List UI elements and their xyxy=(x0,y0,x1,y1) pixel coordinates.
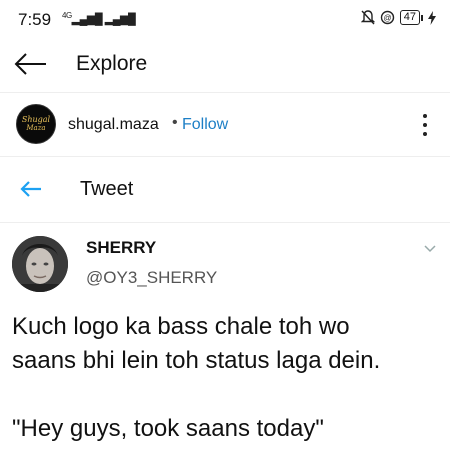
charging-icon xyxy=(428,10,436,25)
notifications-off-icon xyxy=(360,10,375,25)
app-bar: Explore xyxy=(0,40,450,93)
follow-button[interactable]: Follow xyxy=(182,116,228,134)
tweet-line: Kuch logo ka bass chale toh wo xyxy=(12,313,350,340)
status-bar: 7:59 4G▂▄▆█ ▂▄▆█ @ 47 xyxy=(0,0,450,40)
tweet-text: Kuch logo ka bass chale toh wo saans bhi… xyxy=(12,310,442,446)
status-time: 7:59 xyxy=(18,10,52,29)
svg-text:@: @ xyxy=(383,14,391,23)
tweet-line: "Hey guys, took saans today" xyxy=(12,415,324,442)
avatar[interactable]: Shugal Maza xyxy=(16,104,56,144)
system-icons: @ 47 xyxy=(360,10,436,25)
avatar[interactable] xyxy=(12,236,68,292)
chevron-down-icon[interactable] xyxy=(424,242,436,254)
arrow-left-icon[interactable] xyxy=(20,180,42,198)
tweet-header: Tweet xyxy=(0,160,450,223)
arrow-left-icon[interactable] xyxy=(14,52,48,76)
tweet-author-handle[interactable]: @OY3_SHERRY xyxy=(86,268,217,288)
battery-level: 47 xyxy=(399,10,420,25)
network-signal-icon: 4G▂▄▆█ ▂▄▆█ xyxy=(62,11,136,26)
page-title: Explore xyxy=(76,52,148,75)
battery-icon: 47 xyxy=(399,10,423,25)
tweet-line: saans bhi lein toh status laga dein. xyxy=(12,347,381,374)
data-saver-icon: @ xyxy=(380,10,394,25)
post-username[interactable]: shugal.maza xyxy=(68,116,159,134)
tweet-author-name[interactable]: SHERRY xyxy=(86,238,156,258)
tweet-title: Tweet xyxy=(80,178,134,200)
more-vertical-icon[interactable] xyxy=(422,114,428,136)
post-header: Shugal Maza shugal.maza • Follow xyxy=(0,96,450,157)
separator-dot: • xyxy=(172,114,178,131)
